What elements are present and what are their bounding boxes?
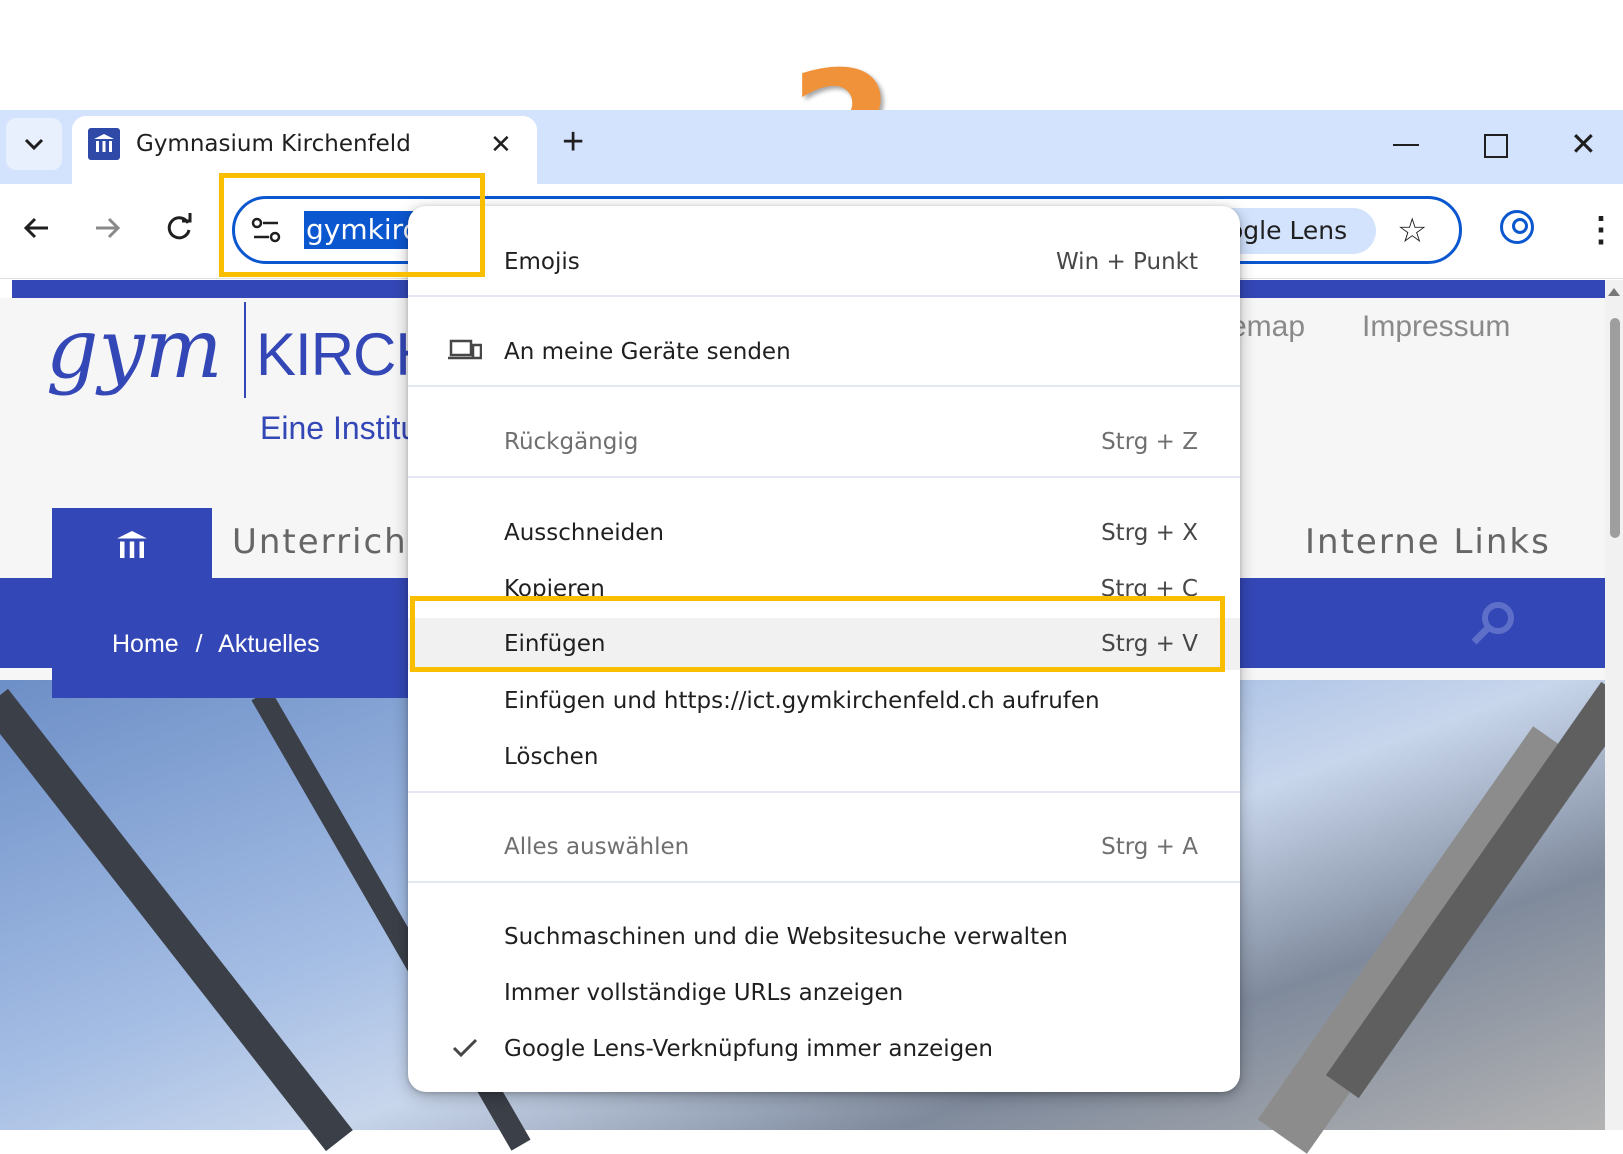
maximize-icon[interactable] [1484, 134, 1508, 158]
page-top-stripe-gap [0, 280, 12, 298]
menu-item-lens-shortcut[interactable]: Google Lens-Verknüpfung immer anzeigen [408, 1025, 1240, 1073]
menu-item-undo[interactable]: Rückgängig Strg + Z [408, 418, 1240, 466]
profile-icon[interactable] [1500, 210, 1534, 244]
menu-item-shortcut: Strg + X [1101, 520, 1198, 546]
forward-icon[interactable] [92, 204, 122, 265]
impressum-link[interactable]: Impressum [1362, 310, 1510, 344]
menu-separator [408, 385, 1240, 387]
nav-unterricht[interactable]: Unterricht [232, 522, 423, 562]
menu-item-cut[interactable]: Ausschneiden Strg + X [408, 509, 1240, 557]
scroll-up-icon[interactable] [1608, 288, 1620, 296]
menu-item-label: Ausschneiden [504, 520, 664, 546]
menu-item-label: An meine Geräte senden [504, 339, 791, 365]
menu-item-label: Google Lens-Verknüpfung immer anzeigen [504, 1036, 994, 1062]
new-tab-button[interactable]: + [562, 122, 584, 162]
menu-separator [408, 476, 1240, 478]
logo-subtitle: Eine Institu [260, 410, 419, 446]
menu-item-label: Emojis [504, 249, 580, 275]
sitemap-link[interactable]: emap [1230, 310, 1305, 344]
menu-item-label: Immer vollständige URLs anzeigen [504, 980, 904, 1006]
menu-item-label: Löschen [504, 744, 599, 770]
devices-icon [448, 339, 482, 360]
menu-item-emojis[interactable]: Emojis Win + Punkt [408, 238, 1240, 286]
menu-item-label: Rückgängig [504, 429, 639, 455]
menu-item-label: Alles auswählen [504, 834, 690, 860]
logo-gym[interactable]: gym [46, 300, 223, 400]
menu-item-shortcut: Win + Punkt [1055, 249, 1198, 275]
menu-item-shortcut: Strg + Z [1101, 429, 1198, 455]
tab-title: Gymnasium Kirchenfeld [136, 131, 411, 157]
minimize-icon[interactable] [1393, 144, 1419, 146]
breadcrumb-home[interactable]: Home [112, 630, 179, 658]
menu-item-delete[interactable]: Löschen [408, 733, 1240, 781]
highlight-address-box [219, 173, 485, 277]
menu-item-select-all[interactable]: Alles auswählen Strg + A [408, 823, 1240, 871]
scrollbar-thumb[interactable] [1610, 318, 1620, 538]
nav-interne-links[interactable]: Interne Links [1305, 522, 1551, 562]
menu-item-label: Einfügen und https://ict.gymkirchenfeld.… [504, 688, 1100, 714]
bookmark-star-icon[interactable]: ☆ [1397, 210, 1427, 252]
menu-item-send-to-devices[interactable]: An meine Geräte senden [408, 328, 1240, 376]
menu-item-full-urls[interactable]: Immer vollständige URLs anzeigen [408, 969, 1240, 1017]
search-icon[interactable] [1470, 600, 1516, 646]
checkmark-icon [452, 1038, 478, 1058]
menu-separator [408, 791, 1240, 793]
school-favicon-icon [88, 128, 120, 160]
back-icon[interactable] [22, 204, 52, 265]
menu-item-label: Suchmaschinen und die Websitesuche verwa… [504, 924, 1068, 950]
home-building-icon [117, 531, 147, 558]
menu-item-shortcut: Strg + A [1101, 834, 1198, 860]
tab-close-icon[interactable]: ✕ [490, 128, 512, 160]
chevron-down-icon [24, 138, 44, 151]
menu-item-paste-and-go[interactable]: Einfügen und https://ict.gymkirchenfeld.… [408, 677, 1240, 725]
menu-item-manage-search[interactable]: Suchmaschinen und die Websitesuche verwa… [408, 913, 1240, 961]
highlight-paste-box [410, 596, 1225, 672]
home-nav-tab[interactable] [52, 508, 212, 590]
menu-kebab-icon[interactable]: ⋮ [1584, 210, 1618, 250]
window-close-icon[interactable]: ✕ [1570, 126, 1597, 162]
menu-separator [408, 881, 1240, 883]
tab-search-button[interactable] [6, 118, 62, 170]
reload-icon[interactable] [164, 204, 194, 265]
logo-divider [244, 302, 246, 398]
breadcrumb-current[interactable]: Aktuelles [218, 630, 319, 658]
subnav-strip [52, 668, 412, 698]
breadcrumb: Home / Aktuelles [112, 630, 320, 659]
menu-separator [408, 295, 1240, 297]
breadcrumb-separator: / [195, 630, 203, 658]
